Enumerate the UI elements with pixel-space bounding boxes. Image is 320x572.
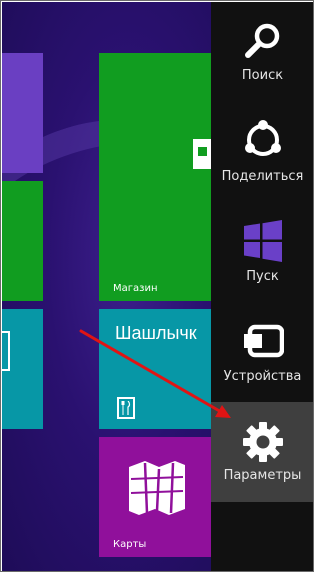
annotation-arrow — [79, 329, 231, 418]
screenshot-frame: Магазин Шашлычк Карты Поиск Поделиться П… — [0, 0, 314, 572]
